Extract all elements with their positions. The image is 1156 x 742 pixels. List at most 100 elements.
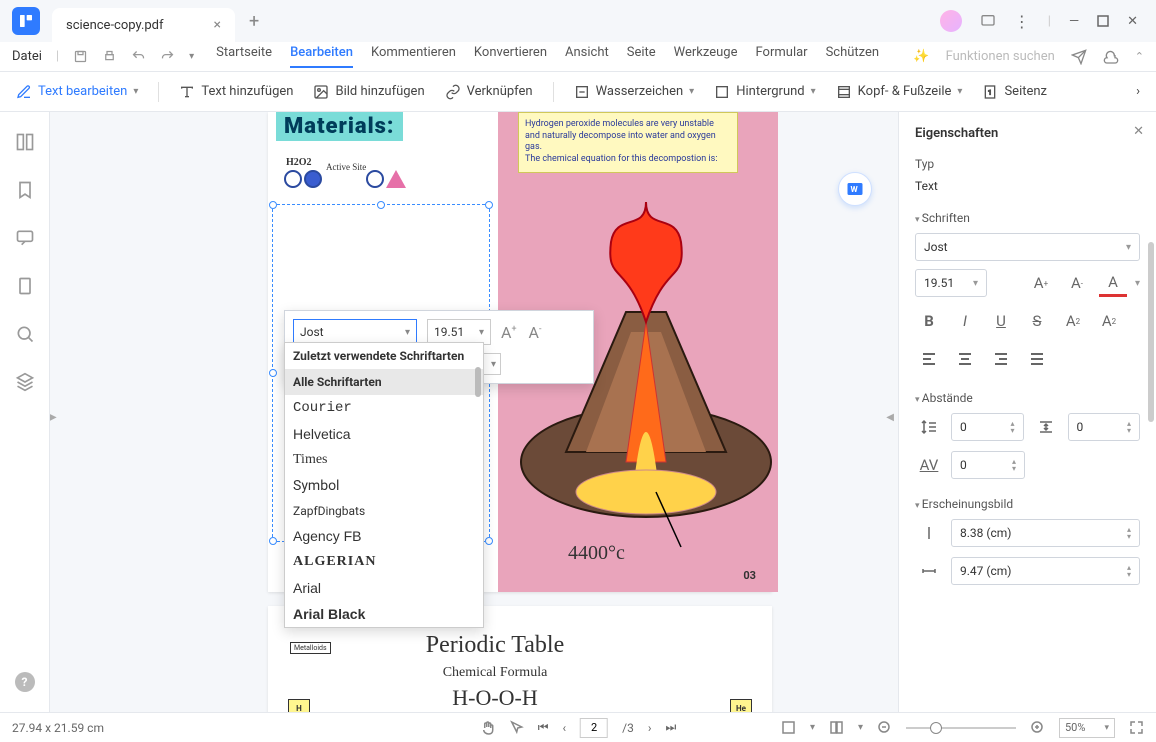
align-left-icon[interactable]: [915, 345, 943, 373]
hand-tool-icon[interactable]: [480, 720, 495, 735]
superscript-icon[interactable]: A2: [1059, 307, 1087, 335]
layers-icon[interactable]: [15, 372, 35, 392]
background-button[interactable]: Hintergrund ▾: [714, 84, 815, 100]
tab-kommentieren[interactable]: Kommentieren: [371, 45, 456, 68]
page-input[interactable]: [580, 718, 608, 738]
close-window-button[interactable]: ✕: [1127, 14, 1138, 29]
tab-ansicht[interactable]: Ansicht: [565, 45, 609, 68]
underline-icon[interactable]: U: [987, 307, 1015, 335]
font-color-icon[interactable]: A: [1099, 269, 1127, 297]
user-avatar[interactable]: [940, 10, 962, 32]
font-option[interactable]: ALGERIAN: [285, 549, 483, 575]
increase-font-icon[interactable]: A+: [501, 323, 517, 342]
font-option[interactable]: Arial Black: [285, 601, 483, 627]
decrease-font-icon[interactable]: A-: [529, 323, 542, 342]
dropdown-icon[interactable]: ▾: [189, 51, 194, 62]
comments-icon[interactable]: [15, 228, 35, 248]
width-input[interactable]: 8.38 (cm)▴▾: [951, 519, 1140, 547]
para-spacing-input[interactable]: 0▴▾: [1068, 413, 1141, 441]
panel-scrollbar[interactable]: [1148, 242, 1154, 422]
tab-konvertieren[interactable]: Konvertieren: [474, 45, 547, 68]
italic-icon[interactable]: I: [951, 307, 979, 335]
align-center-icon[interactable]: [951, 345, 979, 373]
metalloids-label: Metalloids: [290, 642, 331, 654]
select-tool-icon[interactable]: [509, 720, 524, 735]
search-functions[interactable]: Funktionen suchen: [946, 49, 1055, 64]
export-word-button[interactable]: W: [838, 172, 872, 206]
document-canvas[interactable]: ▶ Materials: H2O2 Active Site Hydrogen p…: [50, 112, 898, 712]
tab-startseite[interactable]: Startseite: [216, 45, 272, 68]
font-option[interactable]: Agency FB: [285, 523, 483, 549]
bookmarks-icon[interactable]: [15, 180, 35, 200]
props-font-select[interactable]: Jost▾: [915, 233, 1140, 261]
decrease-font-icon[interactable]: A-: [1063, 269, 1091, 297]
font-list-scrollbar[interactable]: [475, 367, 481, 397]
attachments-icon[interactable]: [15, 276, 35, 296]
zoom-slider[interactable]: [906, 727, 1016, 729]
props-font-size[interactable]: 19.51▾: [915, 269, 987, 297]
toolbar-scroll-right[interactable]: ›: [1136, 84, 1140, 99]
line-spacing-input[interactable]: 0▴▾: [951, 413, 1024, 441]
first-page-icon[interactable]: ⏮: [538, 720, 549, 735]
close-panel-icon[interactable]: ✕: [1133, 124, 1144, 139]
expand-right-icon[interactable]: ◀: [886, 412, 894, 423]
height-input[interactable]: 9.47 (cm)▴▾: [951, 557, 1140, 585]
print-icon[interactable]: [102, 49, 117, 64]
redo-icon[interactable]: [160, 49, 175, 64]
font-option[interactable]: Times: [285, 447, 483, 473]
save-icon[interactable]: [73, 49, 88, 64]
appearance-section-label[interactable]: Erscheinungsbild: [915, 497, 1140, 511]
help-button[interactable]: ?: [15, 672, 35, 692]
more-icon[interactable]: ⋮: [1014, 12, 1030, 31]
link-button[interactable]: Verknüpfen: [445, 84, 533, 100]
header-footer-button[interactable]: Kopf- & Fußzeile ▾: [836, 84, 963, 100]
tab-schuetzen[interactable]: Schützen: [826, 45, 880, 68]
align-right-icon[interactable]: [987, 345, 1015, 373]
add-image-button[interactable]: Bild hinzufügen: [313, 84, 424, 100]
font-option[interactable]: Courier: [285, 395, 483, 421]
tab-werkzeuge[interactable]: Werkzeuge: [674, 45, 738, 68]
tab-seite[interactable]: Seite: [627, 45, 656, 68]
prev-page-icon[interactable]: ‹: [563, 721, 567, 735]
thumbnails-icon[interactable]: [15, 132, 35, 152]
tab-bearbeiten[interactable]: Bearbeiten: [290, 45, 353, 68]
watermark-button[interactable]: Wasserzeichen ▾: [574, 84, 695, 100]
chat-icon[interactable]: [980, 13, 996, 29]
last-page-icon[interactable]: ⏭: [665, 720, 676, 735]
next-page-icon[interactable]: ›: [648, 721, 652, 735]
zoom-in-icon[interactable]: [1030, 720, 1045, 735]
zoom-out-icon[interactable]: [877, 720, 892, 735]
expand-left-icon[interactable]: ▶: [50, 412, 57, 423]
spacing-section-label[interactable]: Abstände: [915, 391, 1140, 405]
font-option[interactable]: Symbol: [285, 473, 483, 499]
zoom-level-select[interactable]: 50%▾: [1059, 718, 1115, 738]
tab-formular[interactable]: Formular: [756, 45, 808, 68]
send-icon[interactable]: [1071, 49, 1087, 65]
strikethrough-icon[interactable]: S: [1023, 307, 1051, 335]
bold-icon[interactable]: B: [915, 307, 943, 335]
page-numbers-button[interactable]: 1 Seitenz: [982, 84, 1047, 100]
fullscreen-icon[interactable]: [1129, 720, 1144, 735]
maximize-button[interactable]: [1097, 15, 1109, 27]
subscript-icon[interactable]: A2: [1095, 307, 1123, 335]
font-option[interactable]: Helvetica: [285, 421, 483, 447]
increase-font-icon[interactable]: A+: [1027, 269, 1055, 297]
document-tab[interactable]: science-copy.pdf ×: [52, 8, 235, 42]
new-tab-button[interactable]: +: [249, 11, 259, 32]
align-justify-icon[interactable]: [1023, 345, 1051, 373]
collapse-icon[interactable]: ⌃: [1135, 50, 1144, 63]
undo-icon[interactable]: [131, 49, 146, 64]
minimize-button[interactable]: —: [1069, 14, 1079, 29]
file-menu[interactable]: Datei: [12, 49, 42, 64]
fonts-section-label[interactable]: Schriften: [915, 211, 1140, 225]
close-tab-icon[interactable]: ×: [214, 17, 221, 33]
edit-text-button[interactable]: Text bearbeiten ▾: [16, 84, 138, 100]
cloud-icon[interactable]: [1103, 49, 1119, 65]
char-spacing-input[interactable]: 0▴▾: [951, 451, 1025, 479]
search-rail-icon[interactable]: [15, 324, 35, 344]
view-mode-icon[interactable]: [829, 720, 844, 735]
font-option[interactable]: Arial: [285, 575, 483, 601]
add-text-button[interactable]: Text hinzufügen: [179, 84, 293, 100]
font-option[interactable]: ZapfDingbats: [285, 499, 483, 523]
fit-width-icon[interactable]: [781, 720, 796, 735]
